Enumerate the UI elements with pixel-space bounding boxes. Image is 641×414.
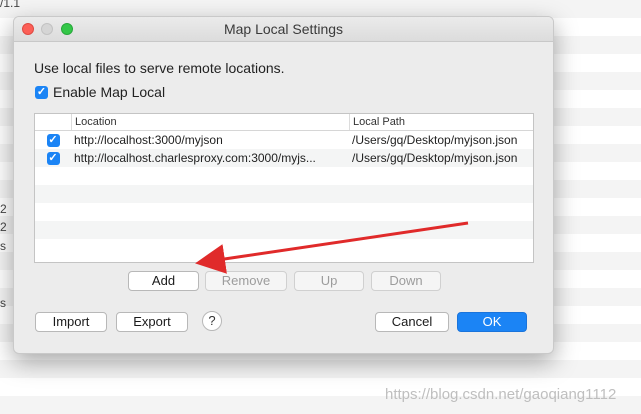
down-button[interactable]: Down bbox=[371, 271, 441, 291]
background-text: s bbox=[0, 296, 6, 310]
map-local-dialog: Map Local Settings Use local files to se… bbox=[13, 16, 554, 354]
help-button[interactable]: ? bbox=[202, 311, 222, 331]
location-cell[interactable]: http://localhost:3000/myjson bbox=[71, 131, 349, 149]
intro-text: Use local files to serve remote location… bbox=[34, 60, 285, 76]
table-row-empty bbox=[35, 221, 533, 239]
row-checkbox[interactable]: ✓ bbox=[46, 151, 60, 165]
enable-map-local-label[interactable]: Enable Map Local bbox=[53, 84, 165, 100]
background-text: 2 bbox=[0, 202, 7, 216]
table-row-empty bbox=[35, 185, 533, 203]
column-header-enabled[interactable] bbox=[35, 114, 71, 130]
table-row-empty bbox=[35, 167, 533, 185]
up-button[interactable]: Up bbox=[294, 271, 364, 291]
table-row-empty bbox=[35, 203, 533, 221]
export-button[interactable]: Export bbox=[116, 312, 188, 332]
ok-button[interactable]: OK bbox=[457, 312, 527, 332]
background-text: 2 bbox=[0, 220, 7, 234]
background-text: s bbox=[0, 239, 6, 253]
add-button[interactable]: Add bbox=[128, 271, 199, 291]
import-button[interactable]: Import bbox=[35, 312, 107, 332]
dialog-title: Map Local Settings bbox=[223, 21, 344, 37]
watermark-text: https://blog.csdn.net/gaoqiang1112 bbox=[385, 386, 617, 403]
location-cell[interactable]: http://localhost.charlesproxy.com:3000/m… bbox=[71, 149, 349, 167]
table-header: Location Local Path bbox=[35, 114, 533, 131]
local-path-cell[interactable]: /Users/gq/Desktop/myjson.json bbox=[349, 131, 533, 149]
checkmark-icon[interactable]: ✓ bbox=[35, 85, 48, 99]
enable-map-local-checkbox[interactable]: ✓ Enable Map Local bbox=[35, 84, 165, 100]
table-row[interactable]: ✓ http://localhost.charlesproxy.com:3000… bbox=[35, 149, 533, 167]
remove-button[interactable]: Remove bbox=[205, 271, 287, 291]
row-checkbox[interactable]: ✓ bbox=[46, 133, 60, 147]
table-body: ✓ http://localhost:3000/myjson /Users/gq… bbox=[35, 131, 533, 257]
table-row[interactable]: ✓ http://localhost:3000/myjson /Users/gq… bbox=[35, 131, 533, 149]
table-row-empty bbox=[35, 239, 533, 257]
column-header-location[interactable]: Location bbox=[71, 114, 349, 130]
local-path-cell[interactable]: /Users/gq/Desktop/myjson.json bbox=[349, 149, 533, 167]
mappings-table: Location Local Path ✓ http://localhost:3… bbox=[34, 113, 534, 263]
column-header-local-path[interactable]: Local Path bbox=[349, 114, 533, 130]
cancel-button[interactable]: Cancel bbox=[375, 312, 449, 332]
background-text: /1.1 bbox=[0, 0, 21, 10]
title-bar: Map Local Settings bbox=[14, 17, 553, 42]
